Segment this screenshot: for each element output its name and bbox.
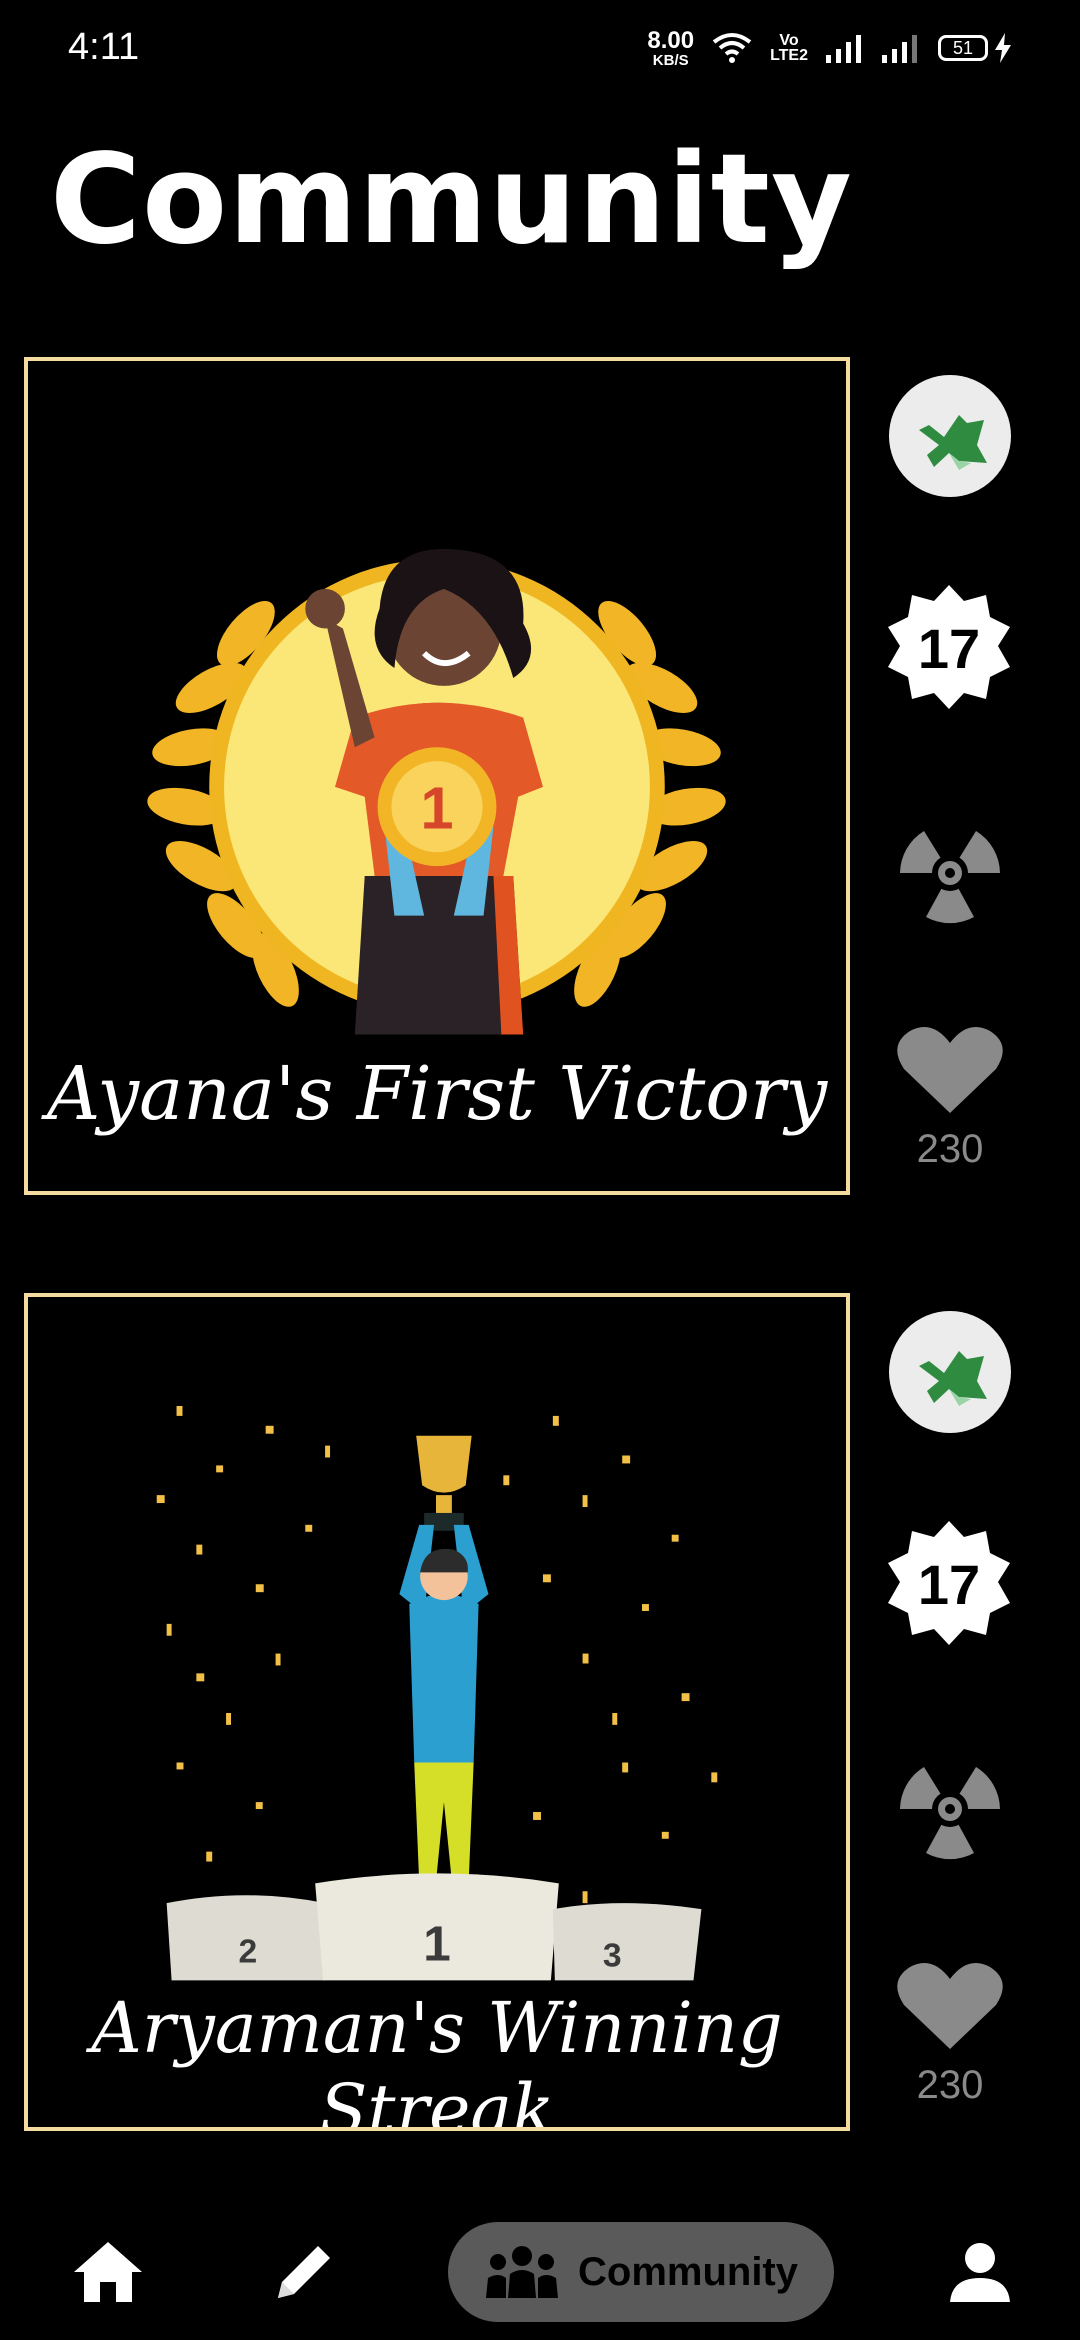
pencil-icon (278, 2246, 330, 2298)
network-speed: 8.00 KB/S (647, 26, 695, 69)
signal-icon (826, 35, 861, 63)
author-avatar[interactable] (889, 1311, 1011, 1433)
svg-text:1: 1 (420, 774, 453, 841)
radiation-icon[interactable] (894, 813, 1006, 925)
clock: 4:11 (68, 26, 140, 68)
radiation-icon[interactable] (894, 1749, 1006, 1861)
man-figure (399, 1524, 489, 1882)
level-badge-value: 17 (917, 616, 981, 680)
like-count: 230 (916, 1127, 984, 1171)
dragon-avatar-icon (919, 1351, 987, 1406)
nav-home[interactable] (60, 2222, 156, 2322)
podium: 2 1 3 (166, 1873, 702, 1981)
trophy (416, 1435, 472, 1531)
network-speed-unit: KB/S (652, 51, 689, 69)
status-icons: 8.00 KB/S Vo LTE2 51 (647, 22, 1012, 74)
volte-top: Vo (779, 31, 799, 49)
author-avatar[interactable] (889, 375, 1011, 497)
level-badge-value: 17 (917, 1552, 981, 1616)
post-caption: Ayana's First Victory (46, 1051, 828, 1137)
post-caption: Aryaman's Winning Streak (91, 1987, 783, 2131)
charging-icon (995, 33, 1011, 63)
profile-icon (950, 2243, 1010, 2302)
volte-bottom: LTE2 (770, 47, 808, 64)
home-icon (74, 2242, 142, 2302)
post-card[interactable]: 2 1 3 Aryaman's Winning Streak (24, 1293, 850, 2131)
signal-icon-2 (882, 35, 917, 63)
volte-indicator: Vo LTE2 (770, 31, 808, 64)
nav-community[interactable]: Community (448, 2222, 834, 2322)
like-count: 230 (916, 2063, 984, 2107)
page-title: Community (50, 128, 853, 272)
podium-first: 1 (423, 1917, 451, 1972)
post-card[interactable]: 1 Ayana's First Victory (24, 357, 850, 1195)
heart-icon[interactable] (894, 1961, 1006, 2051)
community-icon (486, 2246, 558, 2298)
podium-second: 2 (238, 1934, 257, 1971)
nav-community-label: Community (578, 2249, 798, 2294)
battery-level: 51 (938, 35, 988, 61)
bottom-navigation: Community (0, 2190, 1080, 2340)
battery: 51 (938, 33, 1012, 63)
heart-icon[interactable] (894, 1025, 1006, 1115)
status-bar: 4:11 8.00 KB/S Vo LTE2 51 (0, 0, 1080, 96)
nav-create[interactable] (256, 2222, 352, 2322)
nav-profile[interactable] (932, 2222, 1028, 2322)
wifi-icon (712, 33, 752, 63)
dragon-avatar-icon (919, 415, 987, 470)
podium-third: 3 (603, 1938, 622, 1975)
network-speed-value: 8.00 (647, 26, 695, 54)
level-badge: 17 (884, 583, 1014, 713)
level-badge: 17 (884, 1519, 1014, 1649)
